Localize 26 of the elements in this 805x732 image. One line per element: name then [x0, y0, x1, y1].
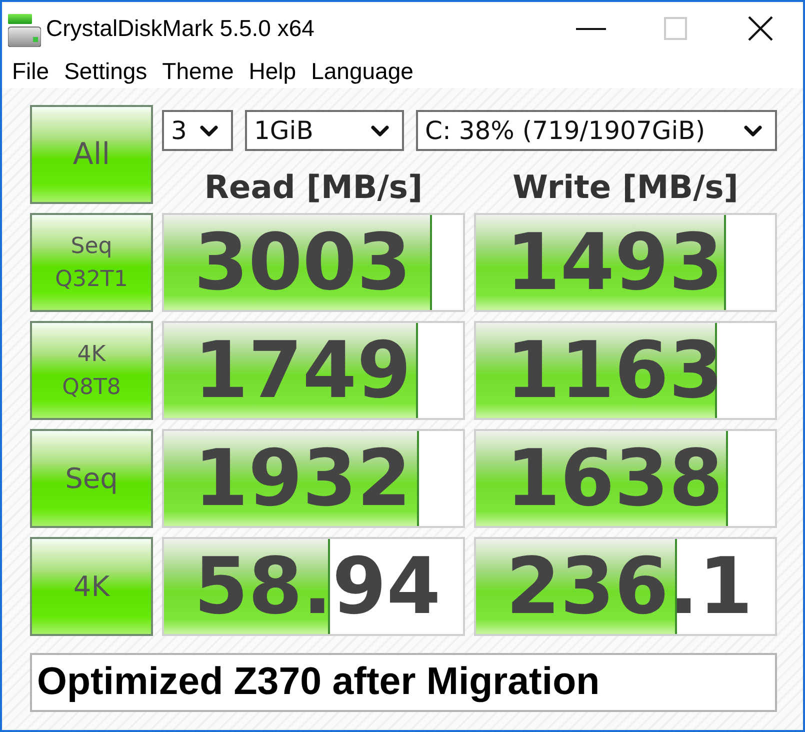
test-button[interactable]: Seq	[30, 429, 153, 528]
menu-item[interactable]: Settings	[64, 60, 148, 83]
test-button[interactable]: 4K	[30, 537, 153, 636]
column-header: Write [MB/s]	[512, 171, 738, 203]
close-icon[interactable]	[748, 16, 773, 41]
count-dropdown[interactable]: 3	[162, 110, 233, 151]
score-value: 3003	[194, 224, 412, 302]
menu-item[interactable]: Language	[311, 60, 414, 83]
score-value: 1638	[506, 440, 724, 518]
comment-field[interactable]: Optimized Z370 after Migration	[30, 653, 777, 712]
minimize-icon[interactable]	[576, 28, 606, 30]
menu-item[interactable]: Theme	[162, 60, 234, 83]
drive-icon	[8, 14, 41, 46]
menu-item[interactable]: Help	[248, 60, 296, 83]
menu-item[interactable]: File	[12, 60, 50, 83]
test-button[interactable]: Seq Q32T1	[30, 213, 153, 312]
test-button[interactable]: 4K Q8T8	[30, 321, 153, 420]
all-button[interactable]: All	[30, 105, 153, 204]
score-value: 1749	[194, 332, 412, 410]
window-title: CrystalDiskMark 5.5.0 x64	[46, 14, 314, 44]
score-value: 1493	[506, 224, 724, 302]
size-dropdown[interactable]: 1GiB	[245, 110, 404, 151]
score-value: 1163	[506, 332, 724, 410]
column-header: Read [MB/s]	[204, 171, 423, 203]
score-value: 1932	[194, 440, 412, 518]
drive-dropdown[interactable]: C: 38% (719/1907GiB)	[416, 110, 777, 151]
